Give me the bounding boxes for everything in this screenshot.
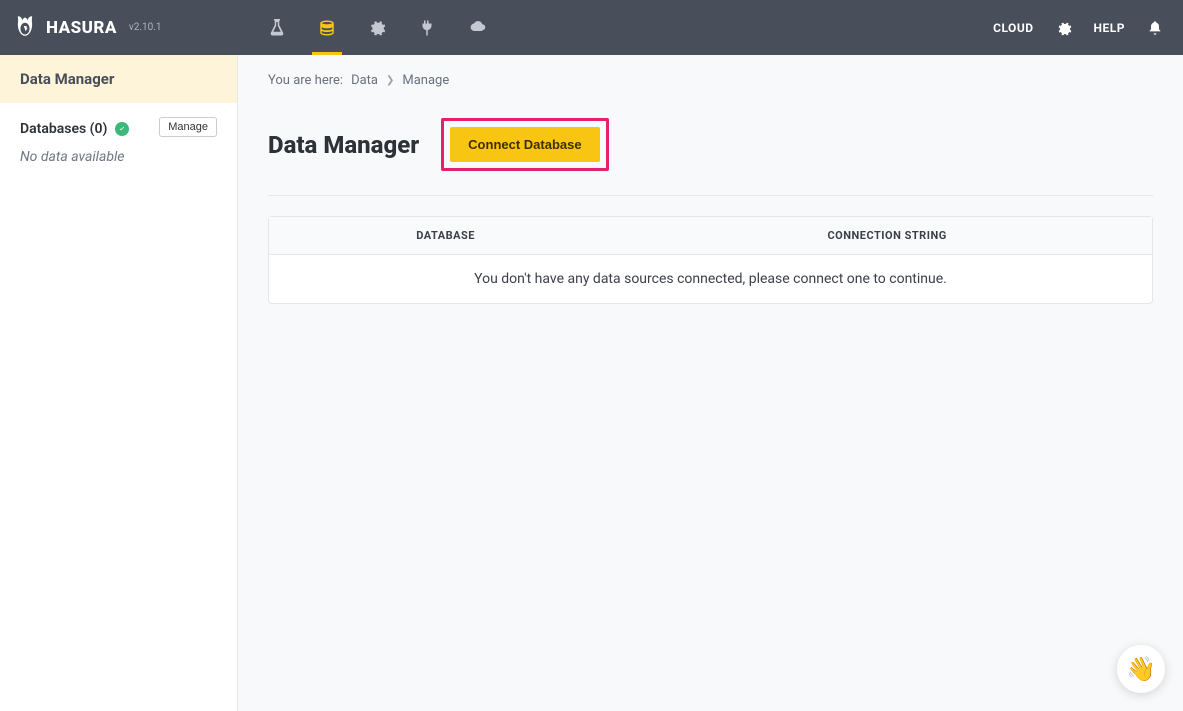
breadcrumb-prefix: You are here: — [268, 73, 343, 88]
bell-icon[interactable] — [1147, 20, 1163, 36]
database-icon — [318, 19, 336, 37]
column-header-database: DATABASE — [269, 229, 622, 242]
logo-area[interactable]: HASURA v2.10.1 — [12, 15, 238, 41]
nav-remote[interactable] — [402, 0, 452, 55]
nav-data[interactable] — [302, 0, 352, 55]
gear-icon[interactable] — [1056, 20, 1072, 36]
cloud-link[interactable]: CLOUD — [993, 21, 1033, 35]
page-title: Data Manager — [268, 131, 419, 159]
sidebar-databases-section: Databases (0) Manage No data available — [0, 103, 237, 179]
column-header-connection: CONNECTION STRING — [622, 229, 1152, 242]
divider — [268, 195, 1153, 196]
empty-state-message: You don't have any data sources connecte… — [269, 255, 1152, 303]
version-label: v2.10.1 — [129, 22, 162, 33]
gears-icon — [368, 19, 386, 37]
nav-tabs — [252, 0, 502, 55]
hasura-logo-icon — [12, 15, 38, 41]
plug-icon — [418, 19, 436, 37]
no-data-text: No data available — [20, 149, 217, 165]
data-sources-table: DATABASE CONNECTION STRING You don't hav… — [268, 216, 1153, 304]
breadcrumb-current: Manage — [402, 73, 449, 88]
breadcrumb-root[interactable]: Data — [351, 73, 378, 88]
page-header-row: Data Manager Connect Database — [268, 118, 1153, 171]
brand-name: HASURA — [46, 18, 117, 38]
topbar-right: CLOUD HELP — [993, 20, 1163, 36]
sidebar: Data Manager Databases (0) Manage No dat… — [0, 55, 238, 711]
manage-button[interactable]: Manage — [159, 117, 217, 137]
nav-events[interactable] — [452, 0, 502, 55]
topbar: HASURA v2.10.1 CLOUD HELP — [0, 0, 1183, 55]
connect-database-button[interactable]: Connect Database — [450, 127, 599, 162]
sidebar-title: Data Manager — [0, 55, 237, 103]
main-content: You are here: Data ❯ Manage Data Manager… — [238, 55, 1183, 711]
databases-header: Databases (0) Manage — [20, 117, 217, 137]
nav-actions[interactable] — [352, 0, 402, 55]
help-link[interactable]: HELP — [1094, 21, 1125, 35]
cloud-icon — [468, 19, 486, 37]
intercom-launcher[interactable]: 👋 — [1117, 645, 1165, 693]
wave-icon: 👋 — [1126, 655, 1156, 683]
connect-highlight-box: Connect Database — [441, 118, 608, 171]
chevron-right-icon: ❯ — [386, 75, 394, 86]
table-header-row: DATABASE CONNECTION STRING — [269, 217, 1152, 255]
nav-api[interactable] — [252, 0, 302, 55]
breadcrumb: You are here: Data ❯ Manage — [268, 73, 1153, 88]
check-icon — [115, 122, 129, 136]
flask-icon — [268, 19, 286, 37]
databases-count-label: Databases (0) — [20, 118, 129, 137]
